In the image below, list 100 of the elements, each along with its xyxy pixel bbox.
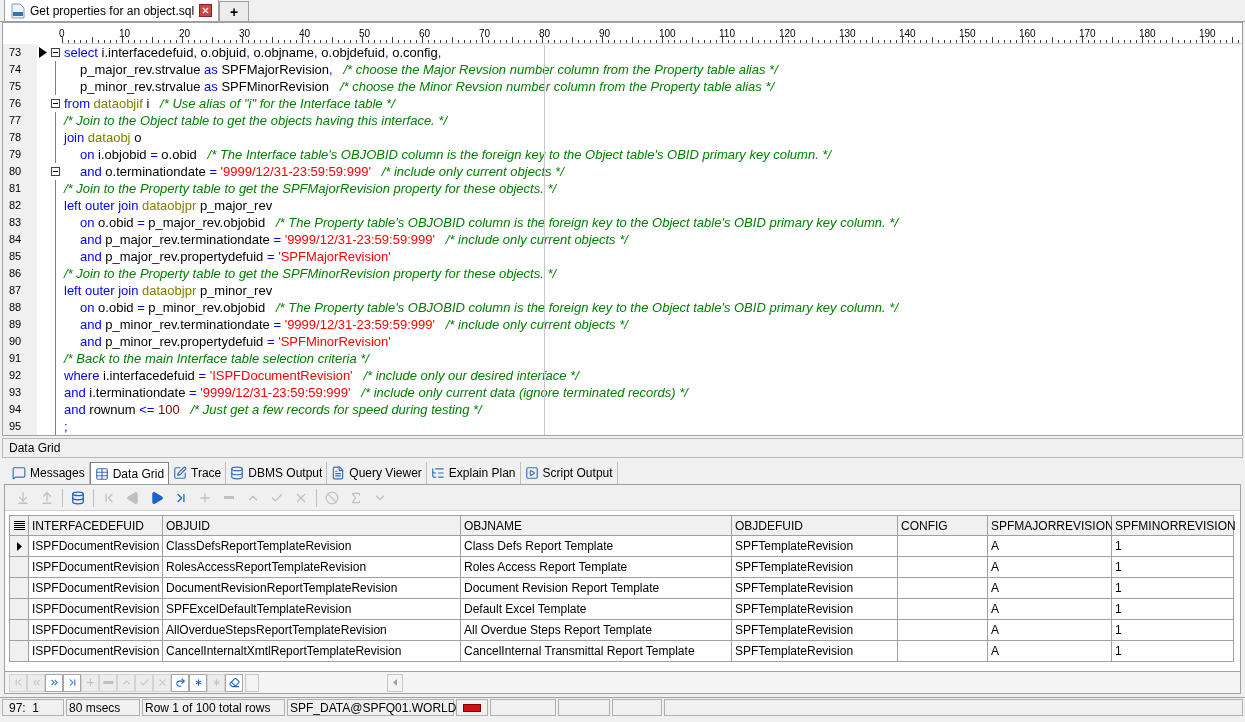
code-line: /* Join to the Property table to get the SPFMajorRevision property for these objects. */ <box>62 179 557 198</box>
line-number: 93 <box>9 385 22 401</box>
check-icon <box>138 677 150 688</box>
table-cell: A <box>988 557 1112 578</box>
ruler-label: 110 <box>719 27 735 41</box>
messages-icon <box>12 466 26 480</box>
table-cell: A <box>988 578 1112 599</box>
grid-menu-icon[interactable] <box>13 521 25 530</box>
ruler-label: 20 <box>179 27 191 41</box>
column-header[interactable]: INTERFACEDEFUID <box>29 515 163 536</box>
refresh-icon <box>174 677 186 688</box>
ruler-label: 40 <box>299 27 311 41</box>
code-line: and rownum <= 100 /* Just get a few records for speed during testing */ <box>63 400 482 419</box>
code-line: where i.interfacedefuid = 'ISPFDocumentRevision' /* include only our desired interface */ <box>63 366 579 385</box>
table-cell: A <box>988 536 1112 557</box>
table-cell: 1 <box>1112 620 1234 641</box>
panel-title: Data Grid <box>2 438 1243 458</box>
code-line: from dataobjif i /* Use alias of "i" for the Interface table */ <box>63 94 395 113</box>
table-cell: CancelInternaltXmtlReportTemplateRevision <box>163 641 461 662</box>
table-cell: SPFTemplateRevision <box>732 578 898 599</box>
table-cell: SPFExcelDefaultTemplateRevision <box>163 599 461 620</box>
close-icon[interactable] <box>199 4 213 17</box>
horizontal-scrollbar[interactable] <box>245 673 259 692</box>
fold-icon[interactable] <box>50 48 60 57</box>
table-cell: A <box>988 599 1112 620</box>
code-line: and p_major_rev.terminationdate = '9999/12/31-23:59:59:999' /* include only current objects */ <box>79 230 628 249</box>
status-cell: 97: 1 <box>2 699 64 716</box>
code-line: join dataobj o <box>62 128 142 147</box>
code-line: and p_minor_rev.propertydefuid = 'SPFMinorRevision' <box>79 332 391 351</box>
toolbar-button[interactable] <box>189 673 207 692</box>
line-number: 75 <box>9 79 22 95</box>
toolbar-button[interactable] <box>45 673 63 692</box>
code-line: /* Back to the main Interface table selection criteria */ <box>62 349 369 368</box>
document-tab[interactable]: Get properties for an object.sql <box>4 0 220 21</box>
table-cell: All Overdue Steps Report Template <box>461 620 732 641</box>
line-number: 74 <box>9 62 22 78</box>
minus-icon <box>102 681 114 684</box>
table-cell: ISPFDocumentRevision <box>29 557 163 578</box>
line-number: 85 <box>9 249 22 265</box>
line-number: 84 <box>9 232 22 248</box>
column-header[interactable]: OBJUID <box>163 515 461 536</box>
column-header[interactable]: OBJNAME <box>461 515 732 536</box>
line-number: 76 <box>9 96 22 112</box>
connection-indicator-icon <box>463 703 481 712</box>
ruler-label: 170 <box>1079 27 1096 41</box>
scroll-left-button[interactable] <box>387 673 403 692</box>
line-number: 78 <box>9 130 22 146</box>
status-cell: SPF_DATA@SPFQ01.WORLD <box>287 699 454 716</box>
table-cell: A <box>988 620 1112 641</box>
line-number: 92 <box>9 368 22 384</box>
table-cell: Class Defs Report Template <box>461 536 732 557</box>
toolbar-button[interactable] <box>171 673 189 692</box>
line-number: 82 <box>9 198 22 214</box>
ruler-label: 0 <box>59 27 65 41</box>
column-header[interactable]: CONFIG <box>898 515 988 536</box>
ruler-label: 190 <box>1199 27 1216 41</box>
fold-icon[interactable] <box>50 167 60 176</box>
code-line: and p_major_rev.propertydefuid = 'SPFMajorRevision' <box>79 247 391 266</box>
toolbar-button[interactable] <box>225 673 243 692</box>
table-cell: SPFTemplateRevision <box>732 620 898 641</box>
table-cell: SPFTemplateRevision <box>732 557 898 578</box>
plus-icon <box>84 677 96 688</box>
result-tab[interactable]: Data Grid <box>89 462 170 484</box>
tree-icon <box>430 466 445 480</box>
fold-icon[interactable] <box>50 99 60 108</box>
column-header[interactable]: OBJDEFUID <box>732 515 898 536</box>
line-number: 86 <box>9 266 22 282</box>
line-number: 91 <box>9 351 22 367</box>
table-cell: 1 <box>1112 599 1234 620</box>
table-cell: SPFTemplateRevision <box>732 599 898 620</box>
line-number: 94 <box>9 402 22 418</box>
table-cell: ISPFDocumentRevision <box>29 620 163 641</box>
ruler-label: 30 <box>239 27 251 41</box>
toolbar-button[interactable] <box>63 673 81 692</box>
code-line: /* Join to the Property table to get the SPFMinorRevision property for these objects. */ <box>62 264 557 283</box>
ruler-label: 60 <box>419 27 431 41</box>
table-cell: Default Excel Template <box>461 599 732 620</box>
line-number: 90 <box>9 334 22 350</box>
line-number: 87 <box>9 283 22 299</box>
line-number: 89 <box>9 317 22 333</box>
grid-icon <box>94 466 109 481</box>
code-line: ; <box>63 417 68 435</box>
code-editor[interactable] <box>2 22 1243 436</box>
cancel-icon <box>156 677 168 688</box>
table-cell: ISPFDocumentRevision <box>29 641 163 662</box>
line-number: 81 <box>9 181 22 197</box>
ruler-label: 100 <box>659 27 676 41</box>
table-cell: 1 <box>1112 557 1234 578</box>
line-number: 95 <box>9 419 22 435</box>
column-header[interactable]: SPFMINORREVISION <box>1112 515 1234 536</box>
double-left-icon <box>30 677 42 688</box>
table-cell: 1 <box>1112 578 1234 599</box>
table-cell: ISPFDocumentRevision <box>29 578 163 599</box>
column-header[interactable]: SPFMAJORREVISION <box>988 515 1112 536</box>
code-line: and i.terminationdate = '9999/12/31-23:59:59:999' /* include only current data (ignore terminated records) */ <box>63 383 688 402</box>
ruler-label: 10 <box>119 27 131 41</box>
code-line: p_major_rev.strvalue as SPFMajorRevision, /* choose the Major Revsion number column from the Property table alias */ <box>79 60 778 79</box>
line-number: 83 <box>9 215 22 231</box>
row-indicator[interactable] <box>9 536 29 557</box>
new-tab-button[interactable]: + <box>219 1 250 21</box>
